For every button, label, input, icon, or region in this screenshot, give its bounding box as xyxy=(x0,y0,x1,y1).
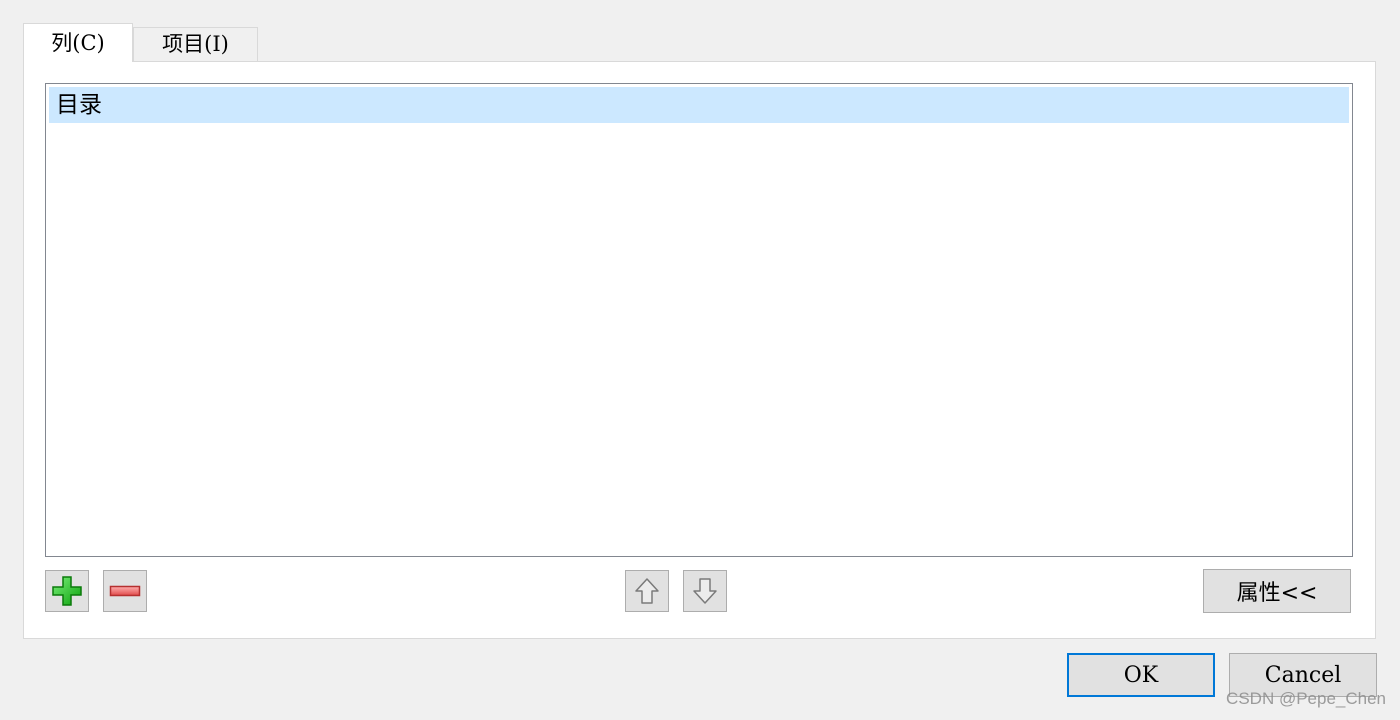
move-down-button[interactable] xyxy=(683,570,727,612)
cancel-label: Cancel xyxy=(1264,662,1342,688)
add-button[interactable] xyxy=(45,570,89,612)
tab-panel: 目录 属性<< xyxy=(23,61,1376,639)
watermark: CSDN @Pepe_Chen xyxy=(1226,689,1386,708)
add-icon xyxy=(50,574,84,608)
column-list[interactable]: 目录 xyxy=(45,83,1353,557)
arrow-down-icon xyxy=(692,577,718,605)
move-up-button[interactable] xyxy=(625,570,669,612)
list-item[interactable]: 目录 xyxy=(49,87,1349,123)
properties-label: 属性<< xyxy=(1236,581,1318,606)
ok-label: OK xyxy=(1123,662,1159,688)
tab-items[interactable]: 项目(I) xyxy=(133,27,258,62)
properties-button[interactable]: 属性<< xyxy=(1203,569,1351,613)
remove-icon xyxy=(109,584,141,598)
tab-columns[interactable]: 列(C) xyxy=(23,23,133,62)
remove-button[interactable] xyxy=(103,570,147,612)
arrow-up-icon xyxy=(634,577,660,605)
ok-button[interactable]: OK xyxy=(1067,653,1215,697)
